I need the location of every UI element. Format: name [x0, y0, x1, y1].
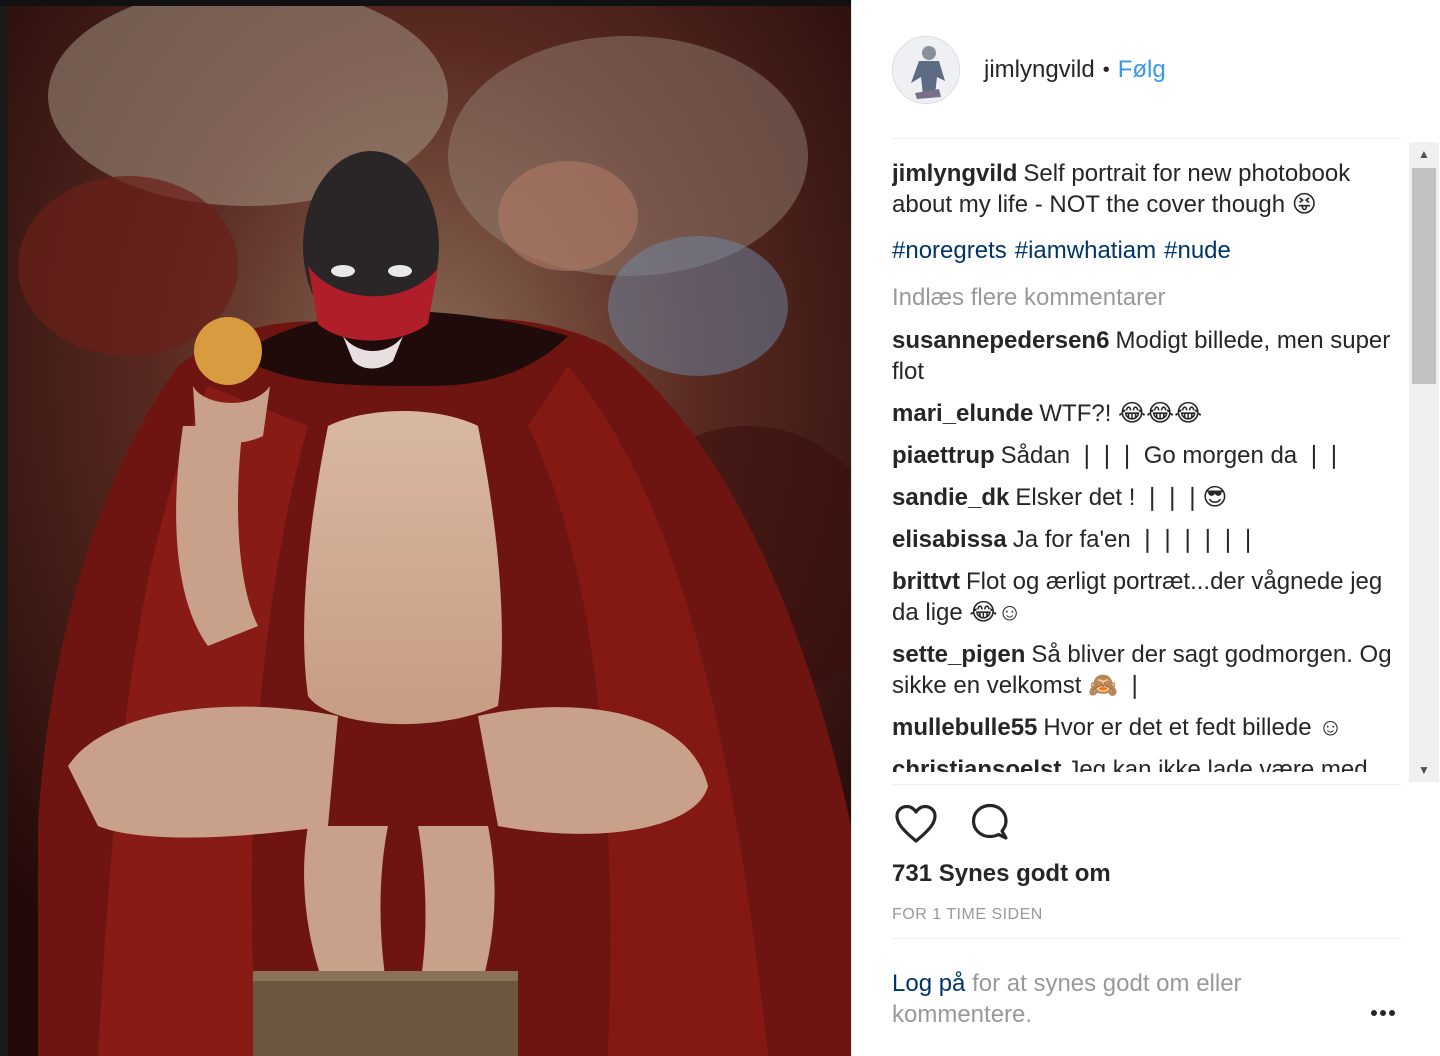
post-header: jimlyngvild • Følg: [892, 34, 1402, 106]
comment-item: christiansoelst Jeg kan ikke lade være me…: [892, 754, 1402, 772]
comment-username[interactable]: susannepedersen6: [892, 327, 1109, 354]
caption-username[interactable]: jimlyngvild: [892, 160, 1017, 187]
hashtag-link[interactable]: #noregrets: [892, 237, 1007, 264]
hashtag-link[interactable]: #nude: [1164, 237, 1231, 264]
heart-icon: [895, 804, 937, 843]
comment-item: susannepedersen6 Modigt billede, men supe…: [892, 325, 1402, 387]
follow-button[interactable]: Følg: [1118, 56, 1166, 84]
like-button[interactable]: [892, 800, 940, 848]
separator-dot: •: [1102, 58, 1110, 81]
comment-username[interactable]: christiansoelst: [892, 756, 1061, 772]
comments-divider: [892, 784, 1401, 785]
comment-item: elisabissa Ja for fa'en ❘❘❘❘❘❘: [892, 524, 1402, 555]
avatar[interactable]: [892, 36, 960, 104]
comment-username[interactable]: elisabissa: [892, 526, 1007, 553]
comment-text: WTF?! 😂😂😂: [1039, 400, 1203, 427]
photo-artwork: [8, 6, 851, 1056]
more-options-icon: [1371, 1010, 1395, 1016]
scroll-up-arrow-icon[interactable]: ▲: [1409, 142, 1439, 166]
footer-divider: [892, 938, 1401, 939]
login-prompt: Log på for at synes godt om eller kommen…: [892, 968, 1332, 1030]
comment-item: brittvt Flot og ærligt portræt...der vågn…: [892, 566, 1402, 628]
caption-hashtags: #noregrets #iamwhatiam #nude: [892, 235, 1402, 266]
post-author-username[interactable]: jimlyngvild: [984, 56, 1095, 84]
scrollbar-thumb[interactable]: [1412, 168, 1436, 384]
comment-username[interactable]: mullebulle55: [892, 714, 1037, 741]
comment-text: Elsker det ! ❘❘❘😎: [1015, 484, 1228, 511]
comment-text: Ja for fa'en ❘❘❘❘❘❘: [1012, 526, 1259, 553]
likes-count[interactable]: 731 Synes godt om: [892, 860, 1111, 888]
post-sidebar: jimlyngvild • Følg jimlyngvild Self portr…: [851, 0, 1440, 1056]
comment-text: Sådan ❘❘❘ Go morgen da ❘❘: [1000, 442, 1345, 469]
comment-item: sette_pigen Så bliver der sagt godmorgen.…: [892, 639, 1402, 701]
post-photo[interactable]: [0, 0, 851, 1056]
comment-item: mari_elunde WTF?! 😂😂😂: [892, 398, 1402, 429]
comment-bubble-icon: [971, 803, 1008, 840]
comment-item: sandie_dk Elsker det ! ❘❘❘😎: [892, 482, 1402, 513]
scroll-down-arrow-icon[interactable]: ▼: [1409, 758, 1439, 782]
comment-username[interactable]: sette_pigen: [892, 641, 1025, 668]
comment-username[interactable]: mari_elunde: [892, 400, 1033, 427]
comment-text: Jeg kan ikke lade være med: [1067, 756, 1368, 772]
comments-scrollbar[interactable]: ▲ ▼: [1409, 142, 1439, 782]
comment-username[interactable]: piaettrup: [892, 442, 995, 469]
header-divider: [892, 138, 1401, 139]
comment-text: Hvor er det et fedt billede ☺: [1043, 714, 1343, 741]
hashtag-link[interactable]: #iamwhatiam: [1015, 237, 1156, 264]
comment-text: Flot og ærligt portræt...der vågnede jeg…: [892, 568, 1383, 626]
comment-item: piaettrup Sådan ❘❘❘ Go morgen da ❘❘: [892, 440, 1402, 471]
comment-username[interactable]: brittvt: [892, 568, 960, 595]
more-options-button[interactable]: [1368, 998, 1398, 1028]
post-timestamp[interactable]: FOR 1 TIME SIDEN: [892, 906, 1043, 924]
comments-list: jimlyngvild Self portrait for new photobo…: [892, 158, 1402, 784]
post-actions: [892, 800, 1014, 848]
post-caption: jimlyngvild Self portrait for new photobo…: [892, 158, 1402, 266]
load-more-comments-button[interactable]: Indlæs flere kommentarer: [892, 282, 1402, 313]
login-link[interactable]: Log på: [892, 970, 965, 997]
photo-left-border: [0, 0, 8, 1056]
avatar-image: [893, 37, 959, 103]
comment-button[interactable]: [966, 800, 1014, 848]
comment-username[interactable]: sandie_dk: [892, 484, 1009, 511]
comment-item: mullebulle55 Hvor er det et fedt billede …: [892, 712, 1402, 743]
